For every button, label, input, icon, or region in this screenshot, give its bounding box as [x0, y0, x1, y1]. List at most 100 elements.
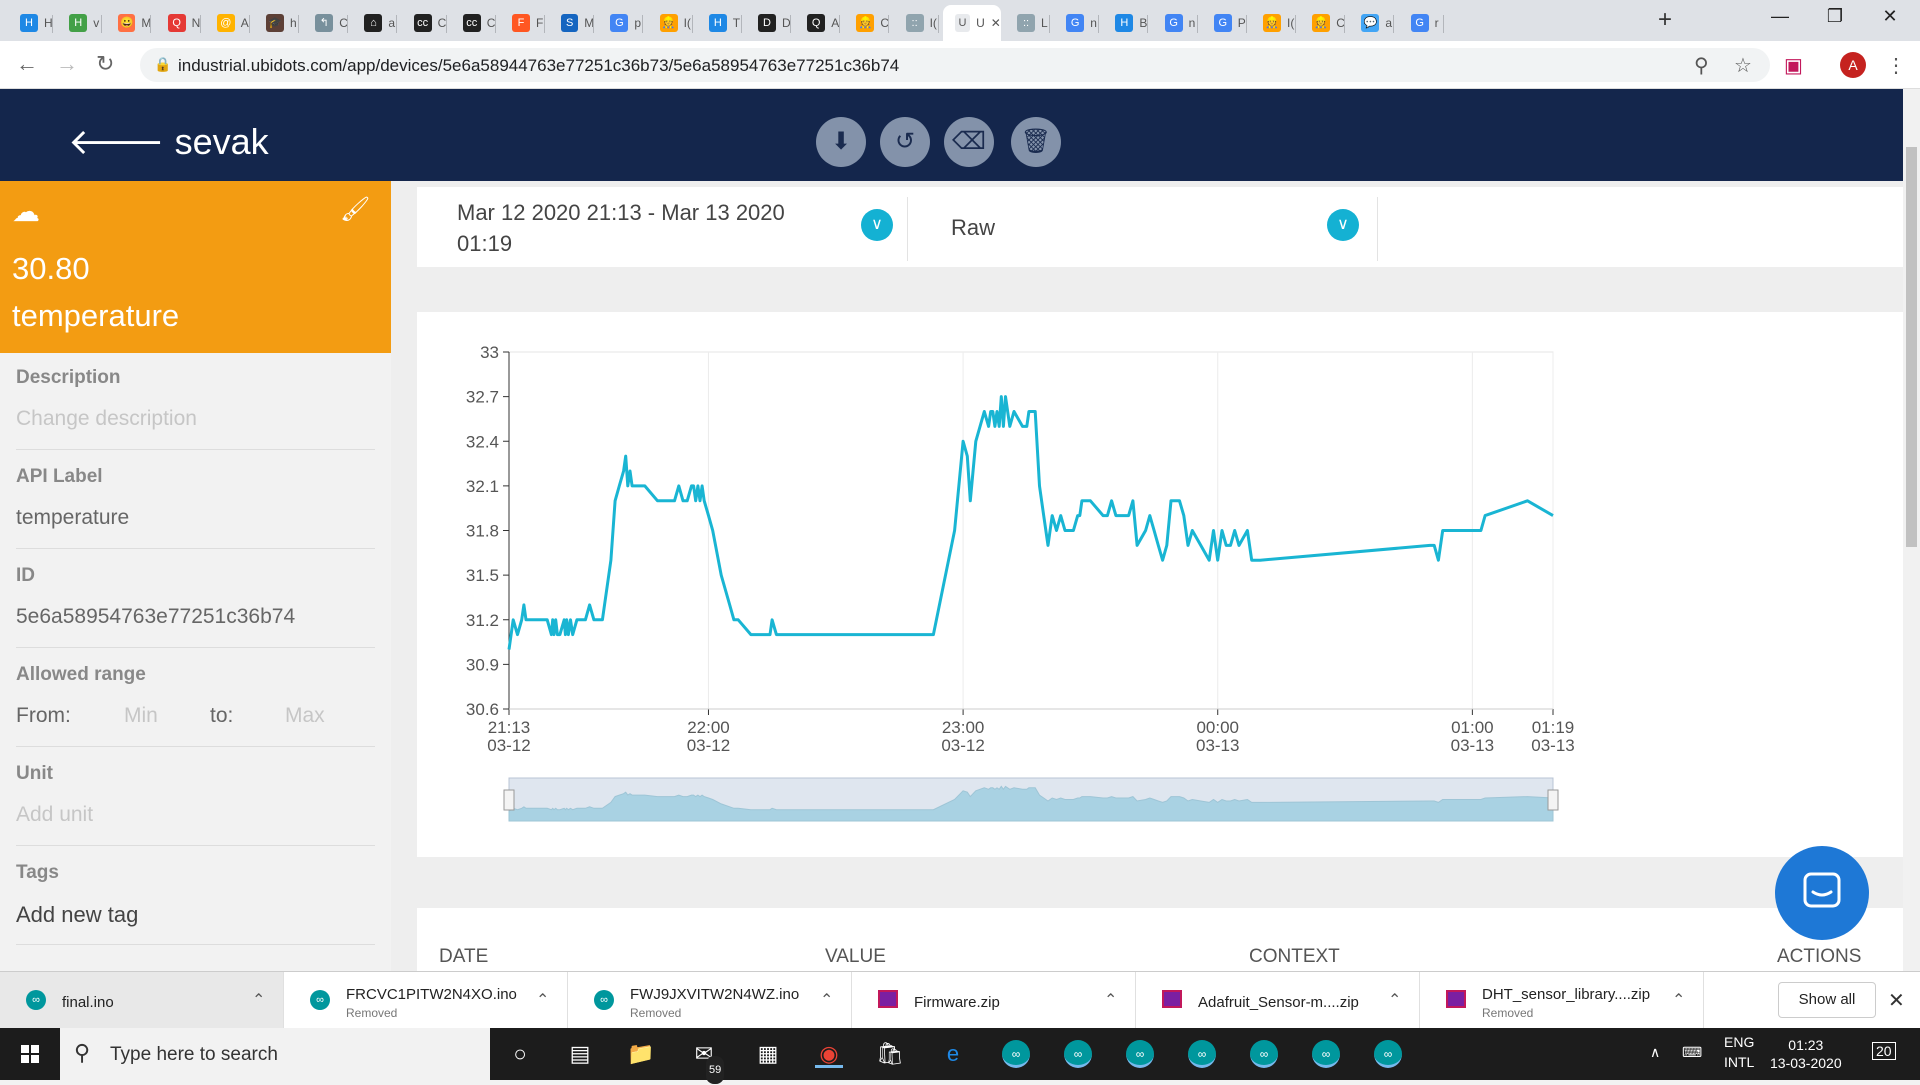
- browser-tab[interactable]: Gn: [1054, 5, 1100, 41]
- browser-tab[interactable]: 💬 a: [1349, 5, 1395, 41]
- chevron-up-icon[interactable]: ⌃: [1672, 990, 1685, 1010]
- aggregation-select[interactable]: Raw: [951, 215, 995, 241]
- browser-tab[interactable]: Gr: [1399, 5, 1444, 41]
- browser-tab[interactable]: 😀 M: [106, 5, 152, 41]
- show-all-downloads-button[interactable]: Show all: [1778, 982, 1876, 1018]
- url-field[interactable]: 🔒 industrial.ubidots.com/app/devices/5e6…: [140, 48, 1770, 82]
- forward-arrow-icon[interactable]: →: [56, 51, 78, 77]
- chevron-up-icon[interactable]: ⌃: [1104, 990, 1117, 1010]
- browser-tab[interactable]: Gp: [598, 5, 644, 41]
- download-item[interactable]: DHT_sensor_library....zip Removed ⌃: [1420, 972, 1704, 1028]
- menu-dots-icon[interactable]: ⋮: [1886, 53, 1906, 78]
- download-item[interactable]: Firmware.zip ⌃: [852, 972, 1136, 1028]
- browser-tab[interactable]: DD: [746, 5, 791, 41]
- chevron-up-icon[interactable]: ⌃: [536, 990, 549, 1010]
- download-item[interactable]: ∞ final.ino ⌃: [0, 972, 284, 1028]
- reload-icon[interactable]: ↻: [96, 51, 114, 77]
- browser-tab[interactable]: Hv: [57, 5, 103, 41]
- chevron-down-icon[interactable]: ∨: [1327, 209, 1359, 241]
- unit-input[interactable]: Add unit: [16, 803, 375, 827]
- language-line2[interactable]: INTL: [1724, 1054, 1754, 1070]
- download-item[interactable]: Adafruit_Sensor-m....zip ⌃: [1136, 972, 1420, 1028]
- browser-tab[interactable]: :: I(: [894, 5, 939, 41]
- browser-tab[interactable]: ⌂ a: [352, 5, 398, 41]
- browser-tab[interactable]: GP: [1202, 5, 1247, 41]
- browser-tab[interactable]: QA: [795, 5, 841, 41]
- close-tab-icon[interactable]: ✕: [991, 16, 1001, 30]
- arduino-icon[interactable]: ∞: [1064, 1040, 1092, 1068]
- windows-start-button[interactable]: [0, 1028, 60, 1080]
- arduino-icon[interactable]: ∞: [1312, 1040, 1340, 1068]
- browser-tab[interactable]: cc C: [402, 5, 447, 41]
- keyboard-icon[interactable]: ⌨: [1682, 1044, 1702, 1061]
- browser-tab[interactable]: Gn: [1153, 5, 1198, 41]
- description-input[interactable]: Change description: [16, 407, 375, 431]
- language-line1[interactable]: ENG: [1724, 1034, 1754, 1050]
- chevron-up-icon[interactable]: ∧: [1650, 1044, 1660, 1061]
- device-back-link[interactable]: 🡐 sevak: [68, 119, 269, 163]
- browser-tab[interactable]: 👷 C: [844, 5, 890, 41]
- arduino-icon[interactable]: ∞: [1126, 1040, 1154, 1068]
- browser-tab[interactable]: SM: [549, 5, 595, 41]
- chevron-down-icon[interactable]: ∨: [861, 209, 893, 241]
- browser-tab[interactable]: HH: [8, 5, 53, 41]
- browser-tab[interactable]: :: L: [1005, 5, 1050, 41]
- taskbar-search[interactable]: ⚲ Type here to search: [60, 1028, 490, 1080]
- browser-tab[interactable]: 👷 I(: [648, 5, 693, 41]
- browser-tab[interactable]: 👷 C: [1300, 5, 1346, 41]
- new-tab-button[interactable]: +: [1658, 8, 1672, 32]
- cortana-icon[interactable]: ○: [506, 1040, 534, 1068]
- download-icon[interactable]: ⬇: [816, 117, 866, 167]
- arduino-icon[interactable]: ∞: [1188, 1040, 1216, 1068]
- chevron-up-icon[interactable]: ⌃: [820, 990, 833, 1010]
- chevron-up-icon[interactable]: ⌃: [252, 990, 265, 1010]
- eraser-icon[interactable]: ⌫: [944, 117, 994, 167]
- download-item[interactable]: ∞ FRCVC1PITW2N4XO.ino Removed ⌃: [284, 972, 568, 1028]
- chat-launcher-button[interactable]: [1775, 846, 1869, 940]
- restore-button[interactable]: ❐: [1815, 6, 1855, 27]
- browser-tab[interactable]: 🎓 h: [254, 5, 299, 41]
- profile-avatar[interactable]: A: [1840, 52, 1866, 78]
- browser-tab[interactable]: cc C: [451, 5, 496, 41]
- extension-icon[interactable]: ▣: [1784, 53, 1803, 78]
- minimize-button[interactable]: —: [1760, 6, 1800, 27]
- max-input[interactable]: Max: [285, 704, 325, 728]
- range-handle-right[interactable]: [1547, 789, 1559, 811]
- back-arrow-icon[interactable]: ←: [16, 51, 38, 77]
- variable-name[interactable]: temperature: [12, 298, 179, 334]
- close-icon[interactable]: ✕: [1888, 988, 1905, 1013]
- arduino-icon[interactable]: ∞: [1250, 1040, 1278, 1068]
- date-range-picker[interactable]: Mar 12 2020 21:13 - Mar 13 2020 01:19: [457, 197, 797, 259]
- close-window-button[interactable]: ✕: [1870, 6, 1910, 27]
- zoom-icon[interactable]: ⚲: [1694, 53, 1709, 78]
- browser-tab[interactable]: U U ✕: [942, 5, 1001, 41]
- arduino-icon[interactable]: ∞: [1374, 1040, 1402, 1068]
- browser-tab[interactable]: 👷 I(: [1251, 5, 1296, 41]
- browser-tab[interactable]: @ A: [205, 5, 250, 41]
- api-label-input[interactable]: temperature: [16, 506, 375, 530]
- browser-tab[interactable]: HB: [1103, 5, 1149, 41]
- history-icon[interactable]: ↺: [880, 117, 930, 167]
- store-icon[interactable]: 🛍: [876, 1040, 904, 1068]
- min-input[interactable]: Min: [124, 704, 158, 728]
- trash-icon[interactable]: 🗑: [1011, 117, 1061, 167]
- download-item[interactable]: ∞ FWJ9JXVITW2N4WZ.ino Removed ⌃: [568, 972, 852, 1028]
- task-view-icon[interactable]: ▤: [566, 1040, 594, 1068]
- file-explorer-icon[interactable]: 📁: [627, 1040, 655, 1068]
- browser-tab[interactable]: HT: [697, 5, 742, 41]
- paintbrush-icon[interactable]: 🖌: [340, 195, 370, 224]
- arduino-icon[interactable]: ∞: [1002, 1040, 1030, 1068]
- taskbar-clock[interactable]: 01:23 13-03-2020: [1770, 1036, 1842, 1072]
- browser-tab[interactable]: QN: [156, 5, 201, 41]
- edge-icon[interactable]: e: [939, 1040, 967, 1068]
- app-icon[interactable]: ▦: [754, 1040, 782, 1068]
- add-tag-input[interactable]: Add new tag: [16, 902, 375, 928]
- browser-tab[interactable]: FF: [500, 5, 545, 41]
- mail-icon[interactable]: ✉ 59: [690, 1040, 725, 1084]
- page-scrollbar[interactable]: [1903, 89, 1920, 971]
- bookmark-star-icon[interactable]: ☆: [1734, 53, 1752, 78]
- browser-tab[interactable]: ↰ C: [303, 5, 349, 41]
- range-handle-left[interactable]: [503, 789, 515, 811]
- notification-icon[interactable]: 20: [1872, 1042, 1896, 1060]
- chrome-icon[interactable]: ◉: [815, 1040, 843, 1068]
